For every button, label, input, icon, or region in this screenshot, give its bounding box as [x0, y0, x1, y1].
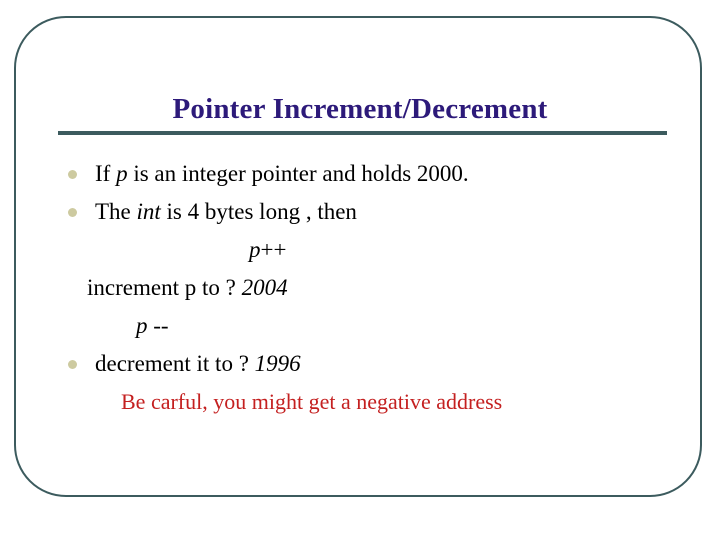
text-line-increment-result: increment p to ? 2004 — [58, 269, 668, 307]
bullet-icon — [68, 208, 77, 217]
slide-canvas: Pointer Increment/Decrement If p is an i… — [0, 0, 720, 540]
bullet-line-1: If p is an integer pointer and holds 200… — [58, 155, 668, 193]
bullet-line-decrement-result-text: decrement it to ? 1996 — [95, 351, 301, 376]
title-divider-rule — [58, 131, 667, 135]
bullet-line-2: The int is 4 bytes long , then — [58, 193, 668, 231]
warning-note-text: Be carful, you might get a negative addr… — [121, 389, 503, 414]
bullet-line-decrement-result: decrement it to ? 1996 — [58, 345, 668, 383]
code-line-increment-operator-text: p++ — [249, 237, 287, 262]
code-line-increment-operator: p++ — [58, 231, 668, 269]
bullet-icon — [68, 360, 77, 369]
warning-note: Be carful, you might get a negative addr… — [58, 383, 668, 421]
text-line-increment-result-text: increment p to ? 2004 — [87, 275, 288, 300]
slide-body: If p is an integer pointer and holds 200… — [58, 155, 668, 421]
bullet-line-2-text: The int is 4 bytes long , then — [95, 199, 357, 224]
bullet-line-1-text: If p is an integer pointer and holds 200… — [95, 161, 469, 186]
code-line-decrement-operator-text: p -- — [136, 313, 169, 338]
code-line-decrement-operator: p -- — [58, 307, 668, 345]
bullet-icon — [68, 170, 77, 179]
slide-title: Pointer Increment/Decrement — [172, 93, 548, 125]
